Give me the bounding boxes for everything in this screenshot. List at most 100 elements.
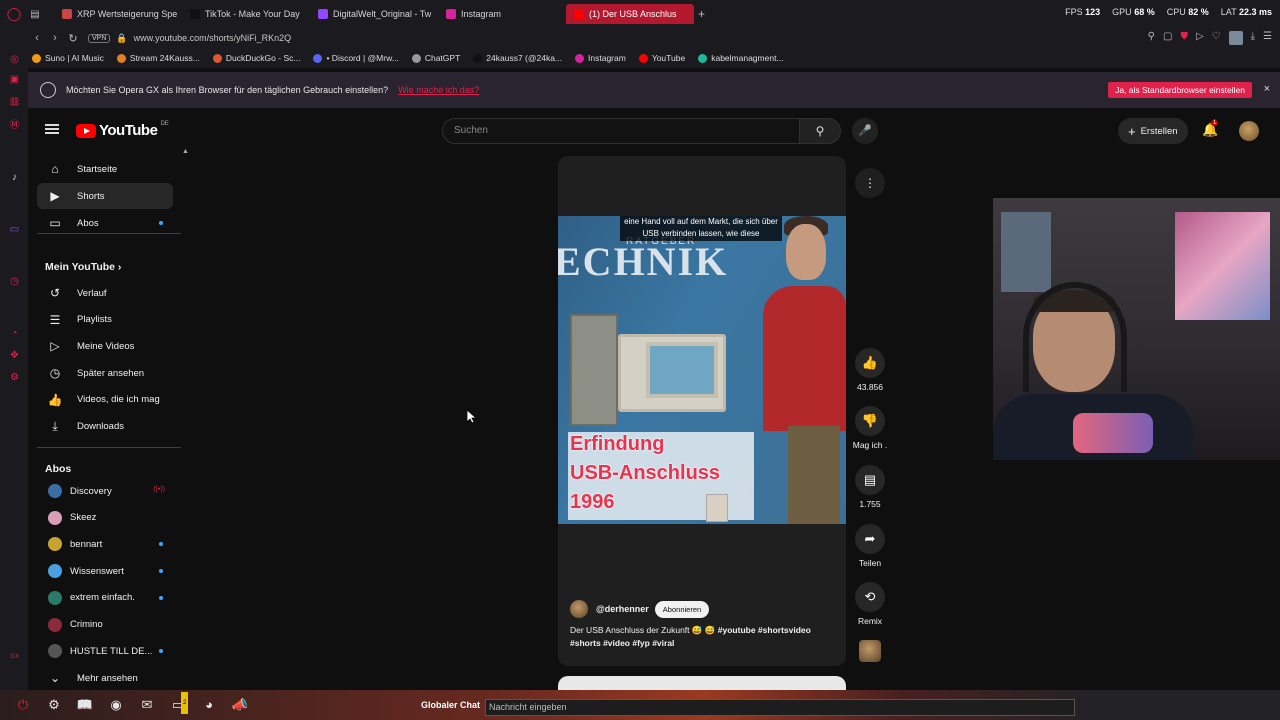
bookmark-item[interactable]: Stream 24Kauss... <box>116 53 200 63</box>
bookmark-item[interactable]: DuckDuckGo - Sc... <box>212 53 300 63</box>
new-tab-icon[interactable]: + <box>694 7 709 21</box>
twitch-side-icon[interactable]: ▣ <box>9 74 20 85</box>
sidebar-item-history[interactable]: ↺ Verlauf <box>37 280 173 306</box>
gx-corner-icon[interactable]: ◎ <box>9 54 20 65</box>
megaphone-icon[interactable]: 📣 <box>229 694 251 716</box>
share-icon: ➦ <box>855 524 885 554</box>
vpn-badge[interactable]: VPN <box>88 33 111 43</box>
bookmark-item[interactable]: 24kauss7 (@24ka... <box>473 53 562 63</box>
reload-icon[interactable]: ↻ <box>64 32 82 45</box>
close-notice-icon[interactable]: × <box>1264 83 1270 95</box>
sidebar-item-my-videos[interactable]: ▷ Meine Videos <box>37 333 173 359</box>
bookmark-item[interactable]: ChatGPT <box>411 53 460 63</box>
channel-avatar[interactable] <box>570 600 588 618</box>
bookmark-item[interactable]: • Discord | @Mrw... <box>313 53 399 63</box>
pin-icon[interactable]: ⚲ <box>1148 31 1155 45</box>
browser-tab[interactable]: TikTok - Make Your Day <box>182 4 310 24</box>
twitch-icon[interactable]: ▭ <box>9 224 20 235</box>
dislike-button[interactable]: 👎 Mag ich . <box>850 406 890 450</box>
profile-icon[interactable] <box>1228 31 1243 45</box>
search-input[interactable]: Suchen <box>442 118 800 144</box>
shield-icon[interactable]: ⛊ <box>1180 31 1188 45</box>
subscribe-button[interactable]: Abonnieren <box>654 600 710 618</box>
channel-name[interactable]: @derhenner <box>596 604 649 614</box>
hashtags[interactable]: #youtube #shortsvideo <box>718 625 811 635</box>
subscription-channel[interactable]: extrem einfach. <box>37 585 173 611</box>
book-icon[interactable]: 📖 <box>74 694 96 716</box>
url-field[interactable]: www.youtube.com/shorts/yNiFi_RKn2Q <box>134 33 292 43</box>
lock-icon: 🔒 <box>116 32 128 43</box>
short-video-card[interactable]: ECHNIK RATGEBER eine Hand voll auf dem M… <box>558 156 846 666</box>
show-more-button[interactable]: ⌄ Mehr ansehen <box>37 665 173 691</box>
power-icon[interactable]: ⏻ <box>12 694 34 716</box>
subscription-channel[interactable]: Skeez <box>37 505 173 531</box>
chat-message-input[interactable]: Nachricht eingeben <box>485 699 1075 716</box>
search-icon[interactable]: ⚲ <box>799 118 841 144</box>
my-youtube-heading[interactable]: Mein YouTube › <box>45 261 121 273</box>
subscription-channel[interactable]: HUSTLE TILL DE... <box>37 638 173 664</box>
mail-icon[interactable]: ✉ <box>136 694 158 716</box>
more-options-icon[interactable]: ⋮ <box>855 168 885 198</box>
sidebar-item-liked-videos[interactable]: 👍 Videos, die ich mag <box>37 387 173 413</box>
thumbs-up-icon: 👍 <box>855 348 885 378</box>
sidebar-scroll-up-icon[interactable]: ▲ <box>182 148 189 155</box>
settings-icon[interactable]: ⚙ <box>9 372 20 383</box>
bookmark-favicon-icon <box>313 53 323 63</box>
webcam-shirt-print <box>1073 413 1153 453</box>
extensions-icon[interactable]: ✥ <box>9 350 20 361</box>
sidebar-item-playlists[interactable]: ☰ Playlists <box>37 307 173 333</box>
comments-button[interactable]: ▤ 1.755 <box>850 465 890 509</box>
download-icon[interactable]: ⤓ <box>1251 31 1255 45</box>
settings-gear-icon[interactable]: ⚙ <box>43 694 65 716</box>
browser-tab[interactable]: DigitalWelt_Original - Tw <box>310 4 438 24</box>
bookmark-item[interactable]: YouTube <box>638 53 685 63</box>
comment-icon: ▤ <box>855 465 885 495</box>
sidebar-item-watch-later[interactable]: ◷ Später ansehen <box>37 360 173 386</box>
sound-avatar[interactable] <box>859 640 881 662</box>
sidebar-item-home[interactable]: ⌂ Startseite <box>37 156 173 182</box>
back-icon[interactable]: ‹ <box>28 32 46 44</box>
twitch-chat-icon[interactable]: ▭ 2 <box>167 692 189 716</box>
share-button[interactable]: ➦ Teilen <box>850 524 890 568</box>
sidebar-item-downloads[interactable]: ⤓ Downloads <box>37 414 173 440</box>
subscription-channel[interactable]: Discovery ((•)) <box>37 478 173 504</box>
subscription-channel[interactable]: bennart <box>37 531 173 557</box>
video-title-overlay: Erfindung USB-Anschluss 1996 <box>570 433 721 513</box>
player-icon[interactable]: ▥ <box>9 96 20 107</box>
subscription-channel[interactable]: Wissenswert <box>37 558 173 584</box>
reddit-icon[interactable]: ◕ <box>198 694 220 716</box>
youtube-logo[interactable]: YouTube DE <box>76 121 169 139</box>
heart-icon[interactable]: ♡ <box>1212 31 1221 45</box>
forward-icon[interactable]: › <box>46 32 64 44</box>
snapshot-icon[interactable]: ▢ <box>1163 31 1172 45</box>
clock-icon[interactable]: ◔ <box>9 328 20 339</box>
play-icon[interactable]: ▷ <box>1196 31 1204 45</box>
account-avatar[interactable] <box>1239 121 1259 141</box>
discord-icon[interactable]: ◉ <box>105 694 127 716</box>
history-icon[interactable]: ◷ <box>9 276 20 287</box>
short-video-frame[interactable]: ECHNIK RATGEBER eine Hand voll auf dem M… <box>558 216 846 524</box>
remix-button[interactable]: ⟲ Remix <box>850 582 890 626</box>
sidebar-item-shorts[interactable]: ▶ Shorts <box>37 183 173 209</box>
browser-tab[interactable]: (1) Der USB Anschlus <box>566 4 694 24</box>
video-caption: eine Hand voll auf dem Markt, die sich ü… <box>620 216 782 241</box>
set-default-button[interactable]: Ja, als Standardbrowser einstellen <box>1108 82 1252 98</box>
like-button[interactable]: 👍 43.856 <box>850 348 890 392</box>
workspace-icon[interactable]: ▤ <box>28 9 42 20</box>
opera-gx-logo-icon[interactable]: ◯ <box>0 0 28 28</box>
bookmark-item[interactable]: Instagram <box>575 53 626 63</box>
create-button[interactable]: + Erstellen <box>1118 118 1188 144</box>
browser-tab[interactable]: XRP Wertsteigerung Spe <box>54 4 182 24</box>
browser-tab[interactable]: Instagram <box>438 4 566 24</box>
microphone-icon[interactable]: 🎤 <box>852 118 878 144</box>
hamburger-menu-icon[interactable] <box>45 124 59 134</box>
menu-icon[interactable]: ☰ <box>1263 31 1272 45</box>
bookmark-item[interactable]: kabelmanagment... <box>698 53 784 63</box>
subscription-channel[interactable]: Crimino <box>37 612 173 638</box>
tiktok-icon[interactable]: ♪ <box>9 172 20 183</box>
notice-help-link[interactable]: Wie mache ich das? <box>398 85 479 95</box>
bookmark-item[interactable]: Suno | AI Music <box>32 53 104 63</box>
messenger-icon[interactable]: Ⓜ <box>9 120 20 131</box>
hashtags[interactable]: #shorts #video #fyp #viral <box>570 638 674 648</box>
tab-favicon-icon <box>190 9 200 19</box>
